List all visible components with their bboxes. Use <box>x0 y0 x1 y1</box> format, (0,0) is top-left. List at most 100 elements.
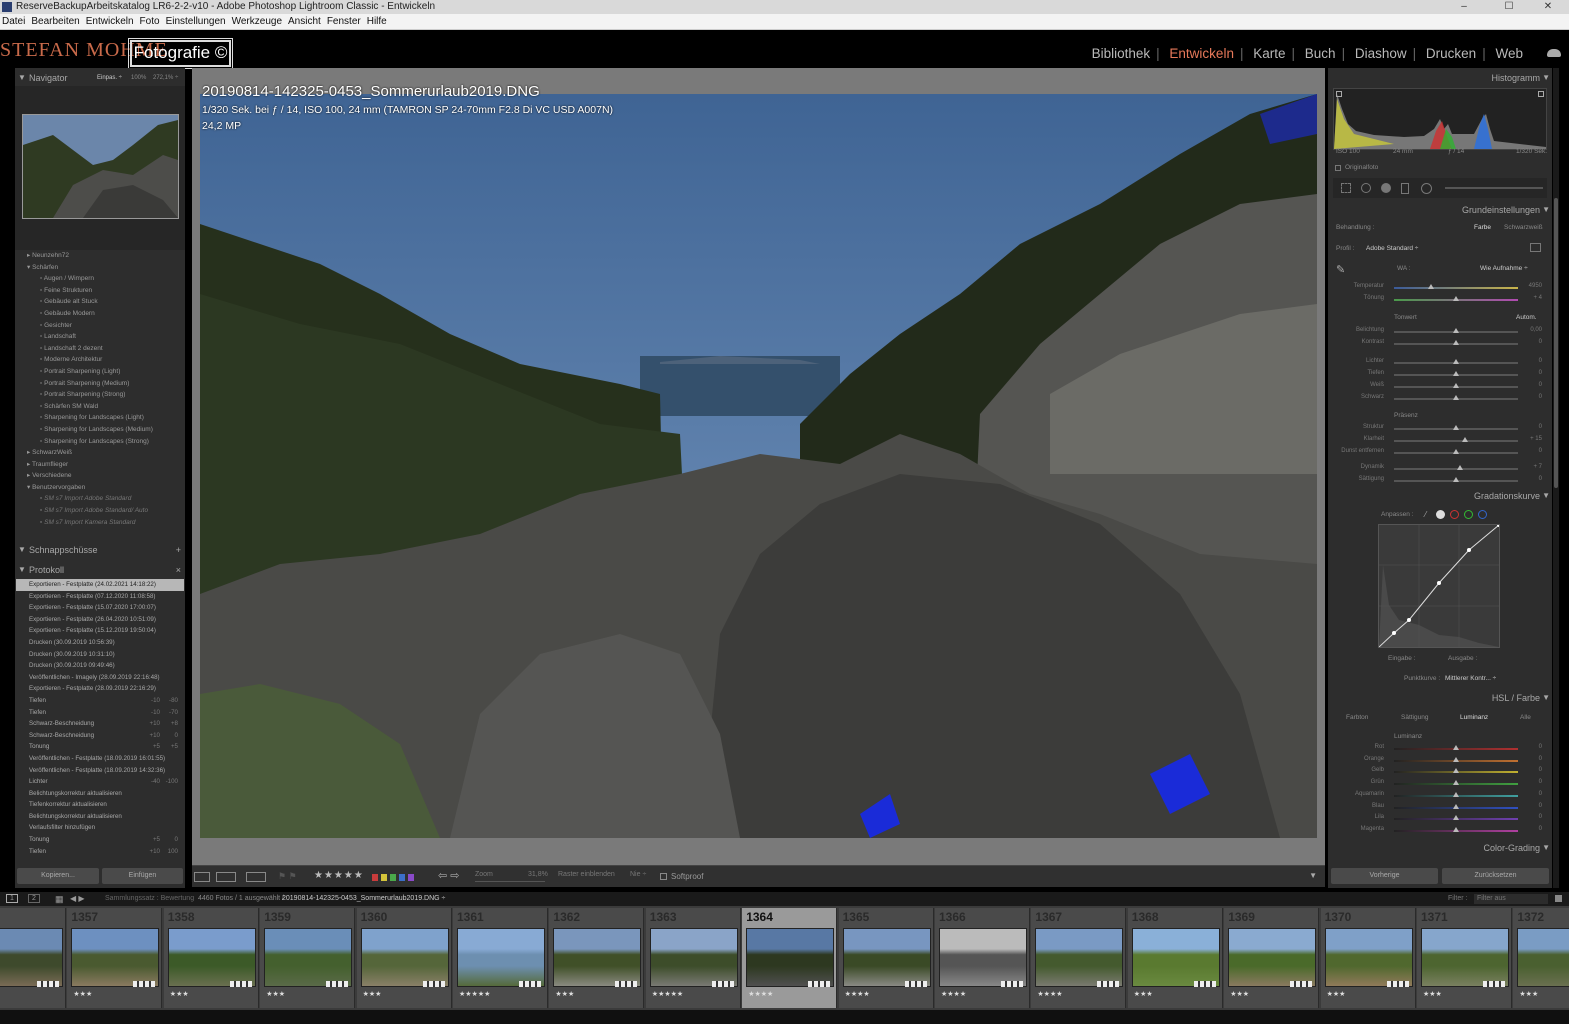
clear-history-button[interactable]: × <box>176 562 181 578</box>
module-karte[interactable]: Karte <box>1247 46 1291 61</box>
history-item[interactable]: Belichtungskorrektur aktualisieren <box>16 811 184 823</box>
minimize-button[interactable]: – <box>1449 0 1479 14</box>
menu-einstellungen[interactable]: Einstellungen <box>164 14 230 30</box>
adjustment-slider[interactable]: Dynamik + 7 <box>1328 463 1552 474</box>
grid-overlay-select[interactable]: Nie ÷ <box>630 871 646 878</box>
history-item[interactable]: Tiefenkorrektur aktualisieren <box>16 799 184 811</box>
history-item[interactable]: Drucken (30.09.2019 09:49:46) <box>16 660 184 672</box>
paste-settings-button[interactable]: Einfügen <box>102 868 183 884</box>
red-curve-icon[interactable] <box>1450 510 1459 519</box>
preset-item[interactable]: ▫ Schärfen SM Wald <box>15 401 185 413</box>
filmstrip-source[interactable]: Sammlungssatz : Bewertung <box>105 892 194 906</box>
slider-knob[interactable] <box>1453 449 1459 454</box>
preset-item[interactable]: ▫ Gebäude alt Stuck <box>15 296 185 308</box>
menu-ansicht[interactable]: Ansicht <box>286 14 325 30</box>
preset-item[interactable]: ▫ Portrait Sharpening (Light) <box>15 366 185 378</box>
filter-select[interactable]: Filter aus <box>1474 894 1548 904</box>
history-item[interactable]: Exportieren - Festplatte (28.09.2019 22:… <box>16 683 184 695</box>
history-item[interactable]: Schwarz-Beschneidung +10 +8 <box>16 718 184 730</box>
history-item[interactable]: Tiefen -10 -70 <box>16 707 184 719</box>
filmstrip-cell[interactable]: 1370 ★★★ <box>1320 908 1416 1008</box>
right-panel-scrollbar[interactable] <box>1553 68 1559 888</box>
adjustment-slider[interactable]: Aquamarin 0 <box>1328 790 1552 801</box>
slider-knob[interactable] <box>1453 395 1459 400</box>
loupe-view-icon[interactable] <box>194 872 210 882</box>
slider-knob[interactable] <box>1453 296 1459 301</box>
filmstrip-thumbnail[interactable] <box>1421 928 1509 987</box>
filmstrip-thumbnail[interactable] <box>553 928 642 987</box>
shadow-clipping-toggle[interactable] <box>1336 91 1342 97</box>
module-diashow[interactable]: Diashow <box>1349 46 1413 61</box>
color-label-chip[interactable] <box>390 874 396 881</box>
adjustment-slider[interactable]: Tönung + 4 <box>1328 294 1552 305</box>
reset-button[interactable]: Zurücksetzen <box>1442 868 1549 884</box>
adjustment-slider[interactable]: Gelb 0 <box>1328 766 1552 777</box>
adjustment-slider[interactable]: Dunst entfernen 0 <box>1328 447 1552 458</box>
menu-bearbeiten[interactable]: Bearbeiten <box>29 14 83 30</box>
slider-knob[interactable] <box>1453 826 1459 832</box>
history-item[interactable]: Tonung +5 +5 <box>16 741 184 753</box>
preset-item[interactable]: ▫ Gesichter <box>15 320 185 332</box>
history-item[interactable]: Veröffentlichen - Festplatte (18.09.2019… <box>16 753 184 765</box>
yy-compare-icon[interactable] <box>246 872 266 882</box>
adjustment-slider[interactable]: Belichtung 0,00 <box>1328 326 1552 337</box>
history-item[interactable]: Tiefen -10 -80 <box>16 695 184 707</box>
basic-header[interactable]: Grundeinstellungen ▼ <box>1328 202 1552 218</box>
preset-item[interactable]: ▫ SM s7 Import Kamera Standard <box>15 517 185 529</box>
preset-item[interactable]: ▫ Moderne Architektur <box>15 354 185 366</box>
preset-item[interactable]: ▫ Landschaft 2 dezent <box>15 343 185 355</box>
slider-knob[interactable] <box>1453 383 1459 388</box>
add-snapshot-button[interactable]: + <box>176 542 181 558</box>
slider-knob[interactable] <box>1453 791 1459 797</box>
profile-select[interactable]: Adobe Standard ÷ <box>1366 245 1418 252</box>
adjustment-slider[interactable]: Lichter 0 <box>1328 357 1552 368</box>
slider-knob[interactable] <box>1453 745 1459 750</box>
slider-knob[interactable] <box>1453 768 1459 774</box>
history-item[interactable]: Drucken (30.09.2019 10:56:39) <box>16 637 184 649</box>
filmstrip-thumbnail[interactable] <box>167 928 256 987</box>
adjustment-slider[interactable]: Temperatur 4950 <box>1328 282 1552 293</box>
history-item[interactable]: Drucken (30.09.2019 10:31:10) <box>16 649 184 661</box>
preset-folder[interactable]: ▾ Schärfen <box>15 262 185 274</box>
softproof-checkbox[interactable] <box>660 873 667 880</box>
history-item[interactable]: Veröffentlichen - Imagely (28.09.2019 22… <box>16 672 184 684</box>
adjustment-slider[interactable]: Schwarz 0 <box>1328 393 1552 404</box>
filmstrip-thumbnail[interactable] <box>71 928 160 987</box>
rgb-curve-icon[interactable] <box>1436 510 1445 519</box>
filmstrip-cell[interactable]: 1357 ★★★ <box>67 908 163 1008</box>
zoom-slider[interactable] <box>475 881 545 882</box>
filmstrip-thumbnail[interactable] <box>939 928 1027 987</box>
history-item[interactable]: Verlaufsfilter hinzufügen <box>16 822 184 834</box>
navigator-fit-option[interactable]: Einpas. ÷ <box>97 70 122 86</box>
slider-track[interactable] <box>1394 440 1518 442</box>
history-item[interactable]: Belichtungskorrektur aktualisieren <box>16 788 184 800</box>
previous-button[interactable]: Vorherige <box>1331 868 1438 884</box>
filmstrip-cell[interactable]: 1358 ★★★ <box>163 908 259 1008</box>
tone-curve-header[interactable]: Gradationskurve ▼ <box>1328 488 1552 504</box>
adjustment-slider[interactable]: Grün 0 <box>1328 778 1552 789</box>
module-buch[interactable]: Buch <box>1299 46 1342 61</box>
copy-settings-button[interactable]: Kopieren... <box>17 868 99 884</box>
prev-next-arrows-icon[interactable]: ⇦ ⇨ <box>438 869 460 882</box>
module-entwickeln[interactable]: Entwickeln <box>1163 46 1240 61</box>
navigator-zoom-custom[interactable]: 272,1% ÷ <box>153 70 178 86</box>
preset-item[interactable]: ▫ Gebäude Modern <box>15 308 185 320</box>
history-item[interactable]: Exportieren - Festplatte (15.12.2019 19:… <box>16 625 184 637</box>
filmstrip-cell[interactable]: 1372 ★★★ <box>1513 908 1569 1008</box>
slider-knob[interactable] <box>1453 425 1459 430</box>
slider-knob[interactable] <box>1453 815 1459 821</box>
history-item[interactable]: Lichter -40 -100 <box>16 776 184 788</box>
history-item[interactable]: Exportieren - Festplatte (26.04.2020 10:… <box>16 614 184 626</box>
preset-item[interactable]: ▫ Sharpening for Landscapes (Light) <box>15 412 185 424</box>
filmstrip-thumbnail[interactable] <box>264 928 353 987</box>
filter-lock-icon[interactable] <box>1555 895 1562 902</box>
window-1-button[interactable]: 1 <box>6 894 18 903</box>
menu-hilfe[interactable]: Hilfe <box>365 14 391 30</box>
radial-filter-icon[interactable] <box>1421 183 1432 194</box>
green-curve-icon[interactable] <box>1464 510 1473 519</box>
navigator-header[interactable]: ▼ Navigator Einpas. ÷ 100% 272,1% ÷ <box>15 70 185 86</box>
adjustment-slider[interactable]: Magenta 0 <box>1328 825 1552 836</box>
close-window-button[interactable]: ✕ <box>1533 0 1563 14</box>
snapshots-header[interactable]: ▼ Schnappschüsse + <box>15 542 185 558</box>
filmstrip-thumbnail[interactable] <box>360 928 449 987</box>
